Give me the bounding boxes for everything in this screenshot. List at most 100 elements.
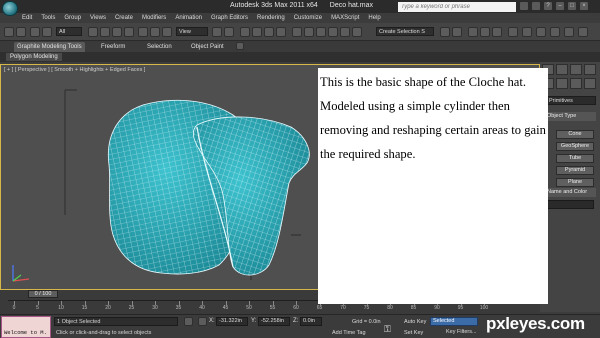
key-filters-button[interactable]: Key Filters... — [446, 329, 477, 335]
environment-icon[interactable] — [536, 27, 546, 37]
tab-selection[interactable]: Selection — [144, 42, 175, 52]
edit-named-selection-icon[interactable] — [292, 27, 302, 37]
add-time-tag-button[interactable]: Add Time Tag — [332, 330, 366, 336]
pivot-icon[interactable] — [212, 27, 222, 37]
set-key-button[interactable]: Set Key — [404, 330, 423, 336]
maximize-icon[interactable]: □ — [568, 2, 576, 10]
layer-manager-icon[interactable] — [328, 27, 338, 37]
annotation-note: This is the basic shape of the Cloche ha… — [318, 68, 548, 304]
command-panel-tabs — [542, 64, 596, 75]
close-icon[interactable]: × — [580, 2, 588, 10]
move-icon[interactable] — [138, 27, 148, 37]
named-selection-dropdown[interactable]: Create Selection S — [376, 27, 434, 36]
lights-icon[interactable] — [570, 78, 582, 89]
angle-snap-icon[interactable] — [252, 27, 262, 37]
menu-create[interactable]: Create — [115, 13, 133, 23]
help-icon[interactable]: ? — [544, 2, 552, 10]
file-title: Deco hat.max — [329, 2, 373, 9]
select-by-name-icon[interactable] — [100, 27, 110, 37]
timeline-tick-label: 15 — [81, 305, 88, 311]
time-slider[interactable]: 0 / 100 — [28, 290, 58, 298]
render-setup-icon[interactable] — [468, 27, 478, 37]
rectangle-selection-icon[interactable] — [112, 27, 122, 37]
modify-tab-icon[interactable] — [556, 64, 568, 75]
rendered-frame-icon[interactable] — [480, 27, 490, 37]
rotate-icon[interactable] — [150, 27, 160, 37]
menu-group[interactable]: Group — [64, 13, 81, 23]
tab-graphite-modeling-tools[interactable]: Graphite Modeling Tools — [14, 42, 85, 52]
window-crossing-icon[interactable] — [124, 27, 134, 37]
key-icon[interactable]: ⚿ — [384, 324, 391, 335]
binoculars-icon[interactable] — [520, 2, 528, 10]
plane-button[interactable]: Plane — [556, 178, 594, 187]
primitives-dropdown[interactable]: Primitives — [546, 96, 596, 105]
hierarchy-tab-icon[interactable] — [570, 64, 582, 75]
unlink-icon[interactable] — [42, 27, 52, 37]
auto-key-mode-dropdown[interactable]: Selected — [430, 317, 478, 326]
teapot-icon[interactable] — [508, 27, 518, 37]
activeshade-icon[interactable] — [522, 27, 532, 37]
menu-edit[interactable]: Edit — [22, 13, 32, 23]
menu-rendering[interactable]: Rendering — [257, 13, 285, 23]
curve-editor-icon[interactable] — [352, 27, 362, 37]
cameras-icon[interactable] — [584, 78, 596, 89]
select-object-icon[interactable] — [88, 27, 98, 37]
cone-button[interactable]: Cone — [556, 130, 594, 139]
y-coordinate-field[interactable]: -52.258in — [258, 317, 290, 326]
menu-help[interactable]: Help — [368, 13, 380, 23]
tab-freeform[interactable]: Freeform — [98, 42, 128, 52]
object-name-field[interactable] — [546, 200, 594, 209]
motion-tab-icon[interactable] — [584, 64, 596, 75]
schematic-view-icon[interactable] — [440, 27, 450, 37]
search-input[interactable] — [398, 2, 516, 12]
menu-tools[interactable]: Tools — [41, 13, 55, 23]
light-lister-icon[interactable] — [564, 27, 574, 37]
timeline-tick-label: 0 — [12, 305, 16, 311]
reference-coordinate-dropdown[interactable]: View — [176, 27, 208, 36]
redo-icon[interactable] — [16, 27, 26, 37]
percent-snap-icon[interactable] — [264, 27, 274, 37]
tab-object-paint[interactable]: Object Paint — [188, 42, 227, 52]
link-icon[interactable] — [30, 27, 40, 37]
x-coordinate-field[interactable]: -31.322in — [216, 317, 248, 326]
quick-render-icon[interactable] — [578, 27, 588, 37]
app-logo-icon[interactable] — [2, 1, 18, 16]
material-editor-icon[interactable] — [452, 27, 462, 37]
spinner-snap-icon[interactable] — [276, 27, 286, 37]
ribbon-options-icon[interactable] — [236, 42, 244, 50]
effects-icon[interactable] — [550, 27, 560, 37]
shapes-icon[interactable] — [556, 78, 568, 89]
graphite-toggle-icon[interactable] — [340, 27, 350, 37]
minimize-icon[interactable]: – — [556, 2, 564, 10]
menu-customize[interactable]: Customize — [294, 13, 322, 23]
tube-button[interactable]: Tube — [556, 154, 594, 163]
undo-icon[interactable] — [4, 27, 14, 37]
polygon-modeling-panel[interactable]: Polygon Modeling — [6, 53, 62, 61]
manipulate-icon[interactable] — [224, 27, 234, 37]
listener-text: Welcome to M. — [4, 329, 47, 336]
menu-views[interactable]: Views — [90, 13, 106, 23]
timeline-tick-label: 60 — [293, 305, 299, 311]
menu-graph-editors[interactable]: Graph Editors — [211, 13, 248, 23]
menu-maxscript[interactable]: MAXScript — [331, 13, 359, 23]
object-type-rollout[interactable]: Object Type — [544, 112, 596, 121]
snap-icon[interactable] — [240, 27, 250, 37]
scale-icon[interactable] — [162, 27, 172, 37]
menu-animation[interactable]: Animation — [175, 13, 202, 23]
selection-filter-dropdown[interactable]: All — [56, 27, 82, 36]
render-icon[interactable] — [492, 27, 502, 37]
menu-modifiers[interactable]: Modifiers — [142, 13, 166, 23]
mirror-icon[interactable] — [304, 27, 314, 37]
absolute-mode-icon[interactable] — [198, 317, 207, 326]
lock-selection-icon[interactable] — [184, 317, 193, 326]
maxscript-listener[interactable]: Welcome to M. — [1, 316, 51, 338]
auto-key-button[interactable]: Auto Key — [404, 319, 426, 325]
z-label: Z: — [293, 318, 299, 324]
geosphere-button[interactable]: GeoSphere — [556, 142, 594, 151]
star-icon[interactable] — [532, 2, 540, 10]
ribbon-tabs: Graphite Modeling Tools Freeform Selecti… — [0, 41, 600, 52]
align-icon[interactable] — [316, 27, 326, 37]
pyramid-button[interactable]: Pyramid — [556, 166, 594, 175]
z-coordinate-field[interactable]: 0.0in — [300, 317, 322, 326]
name-and-color-rollout[interactable]: Name and Color — [544, 188, 596, 197]
